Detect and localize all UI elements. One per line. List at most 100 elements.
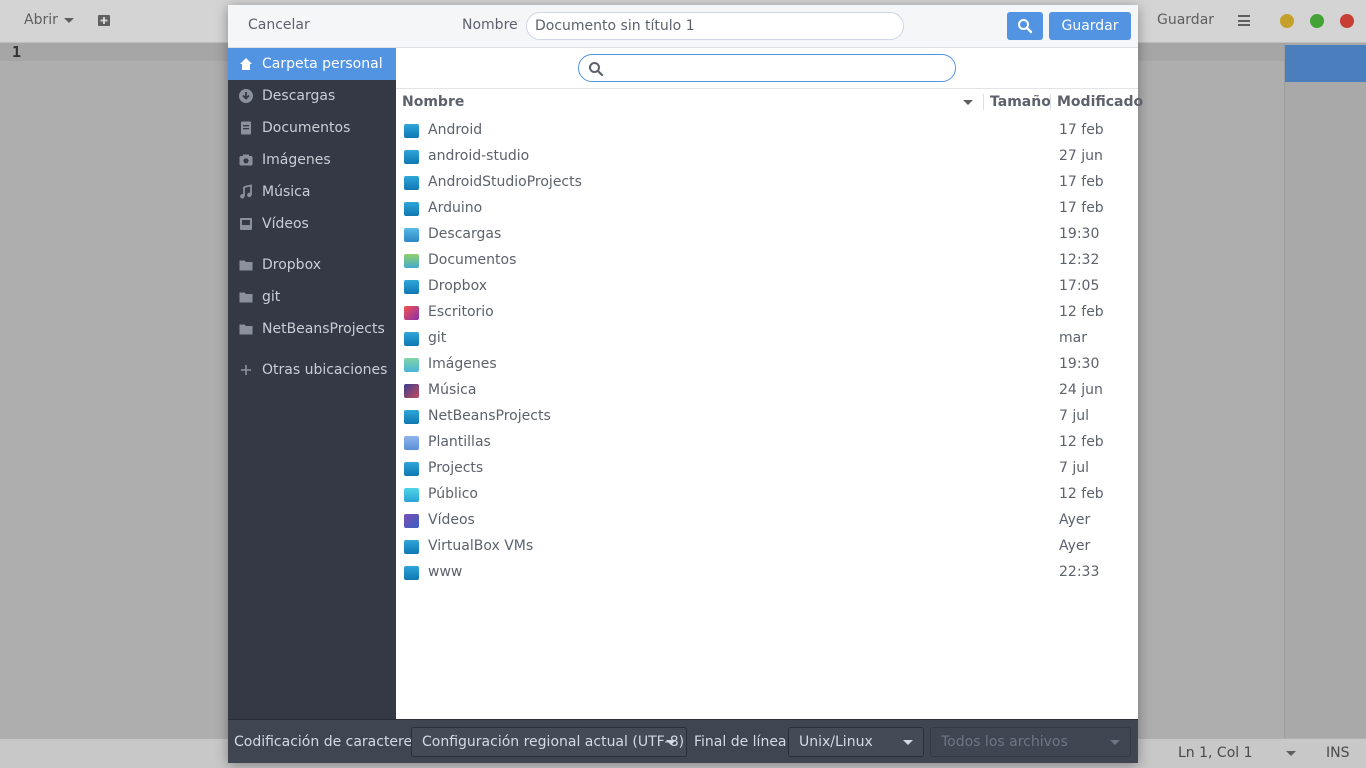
file-row[interactable]: Plantillas 12 feb: [396, 430, 1138, 456]
sidebar-item[interactable]: Imágenes: [228, 144, 396, 176]
file-row[interactable]: Documentos 12:32: [396, 248, 1138, 274]
sidebar-item-label: Otras ubicaciones: [262, 362, 388, 378]
new-document-icon[interactable]: [97, 13, 111, 27]
file-modified: 12 feb: [1059, 486, 1104, 502]
open-menu-button[interactable]: Abrir: [24, 12, 74, 28]
editor-minimap[interactable]: [1284, 43, 1366, 738]
file-name: Dropbox: [428, 278, 487, 294]
sidebar-item[interactable]: Vídeos: [228, 208, 396, 240]
column-header-size[interactable]: Tamaño: [990, 94, 1051, 110]
sidebar-item-label: Imágenes: [262, 152, 331, 168]
file-row[interactable]: Público 12 feb: [396, 482, 1138, 508]
column-header-name[interactable]: Nombre: [402, 94, 464, 110]
folder-icon: [404, 202, 419, 216]
column-divider[interactable]: [1050, 94, 1051, 110]
file-row[interactable]: www 22:33: [396, 560, 1138, 586]
home-icon: [238, 56, 254, 72]
file-name: Documentos: [428, 252, 517, 268]
file-row[interactable]: Android 17 feb: [396, 118, 1138, 144]
file-modified: 19:30: [1059, 356, 1100, 372]
file-row[interactable]: android-studio 27 jun: [396, 144, 1138, 170]
file-row[interactable]: Projects 7 jul: [396, 456, 1138, 482]
column-header-modified[interactable]: Modificado: [1057, 94, 1143, 110]
cursor-position-label[interactable]: Ln 1, Col 1: [1178, 745, 1253, 761]
file-name: Vídeos: [428, 512, 475, 528]
templates-folder-icon: [404, 436, 419, 450]
line-ending-label: Final de línea:: [694, 734, 792, 750]
hamburger-menu-icon[interactable]: [1238, 15, 1250, 26]
cancel-button[interactable]: Cancelar: [248, 17, 310, 33]
pictures-folder-icon: [404, 358, 419, 372]
minimap-viewport[interactable]: [1285, 45, 1366, 82]
file-row[interactable]: NetBeansProjects 7 jul: [396, 404, 1138, 430]
file-name: Música: [428, 382, 477, 398]
chevron-down-icon: [903, 740, 913, 745]
file-modified: Ayer: [1059, 538, 1091, 554]
file-name: www: [428, 564, 463, 580]
file-row[interactable]: Dropbox 17:05: [396, 274, 1138, 300]
sort-descending-icon[interactable]: [963, 100, 973, 105]
file-row[interactable]: Escritorio 12 feb: [396, 300, 1138, 326]
folder-icon: [404, 566, 419, 580]
file-row[interactable]: git mar: [396, 326, 1138, 352]
file-modified: 12 feb: [1059, 304, 1104, 320]
sidebar-item[interactable]: Descargas: [228, 80, 396, 112]
sidebar-item-label: Música: [262, 184, 311, 200]
sidebar-item-label: git: [262, 289, 281, 305]
filename-input[interactable]: [526, 12, 904, 40]
file-name: Arduino: [428, 200, 483, 216]
folder-icon: [404, 280, 419, 294]
open-menu-label: Abrir: [24, 12, 58, 28]
search-icon: [589, 62, 604, 77]
chevron-down-icon: [666, 740, 676, 745]
file-row[interactable]: Imágenes 19:30: [396, 352, 1138, 378]
file-name: Descargas: [428, 226, 502, 242]
file-modified: 7 jul: [1059, 408, 1090, 424]
search-icon: [1018, 19, 1033, 34]
sidebar-item[interactable]: Dropbox: [228, 249, 396, 281]
search-input[interactable]: [578, 54, 956, 82]
file-row[interactable]: Música 24 jun: [396, 378, 1138, 404]
insert-mode-label[interactable]: INS: [1326, 745, 1350, 761]
dialog-footer: Codificación de caracteres: Configuració…: [228, 719, 1138, 763]
file-name: Projects: [428, 460, 484, 476]
column-divider[interactable]: [983, 94, 984, 110]
file-row[interactable]: Descargas 19:30: [396, 222, 1138, 248]
file-modified: Ayer: [1059, 512, 1091, 528]
file-row[interactable]: VirtualBox VMs Ayer: [396, 534, 1138, 560]
file-modified: 17 feb: [1059, 122, 1104, 138]
line-ending-dropdown[interactable]: Unix/Linux: [788, 727, 924, 757]
folder-icon: [404, 124, 419, 138]
encoding-label: Codificación de caracteres:: [234, 734, 425, 750]
plus-icon: [238, 362, 254, 378]
sidebar-item[interactable]: git: [228, 281, 396, 313]
save-button[interactable]: Guardar: [1049, 12, 1131, 40]
search-toggle-button[interactable]: [1007, 12, 1043, 40]
maximize-window-button[interactable]: [1310, 14, 1324, 28]
encoding-dropdown[interactable]: Configuración regional actual (UTF-8): [411, 727, 687, 757]
file-row[interactable]: Arduino 17 feb: [396, 196, 1138, 222]
file-modified: mar: [1059, 330, 1087, 346]
close-window-button[interactable]: [1340, 14, 1354, 28]
folder-icon: [404, 150, 419, 164]
minimize-window-button[interactable]: [1280, 14, 1294, 28]
file-modified: 17:05: [1059, 278, 1100, 294]
sidebar-item[interactable]: Documentos: [228, 112, 396, 144]
sidebar-item[interactable]: NetBeansProjects: [228, 313, 396, 345]
sidebar-item[interactable]: Otras ubicaciones: [228, 354, 396, 386]
folder-icon: [238, 321, 254, 337]
sidebar-item[interactable]: Música: [228, 176, 396, 208]
folder-icon: [404, 540, 419, 554]
file-name: Escritorio: [428, 304, 494, 320]
video-icon: [238, 216, 254, 232]
sidebar-item[interactable]: Carpeta personal: [228, 48, 396, 80]
file-modified: 22:33: [1059, 564, 1100, 580]
documents-folder-icon: [404, 254, 419, 268]
file-row[interactable]: Vídeos Ayer: [396, 508, 1138, 534]
file-name: Android: [428, 122, 483, 138]
folder-icon: [238, 257, 254, 273]
editor-save-button[interactable]: Guardar: [1157, 12, 1214, 28]
file-name: Público: [428, 486, 478, 502]
file-modified: 12 feb: [1059, 434, 1104, 450]
file-row[interactable]: AndroidStudioProjects 17 feb: [396, 170, 1138, 196]
